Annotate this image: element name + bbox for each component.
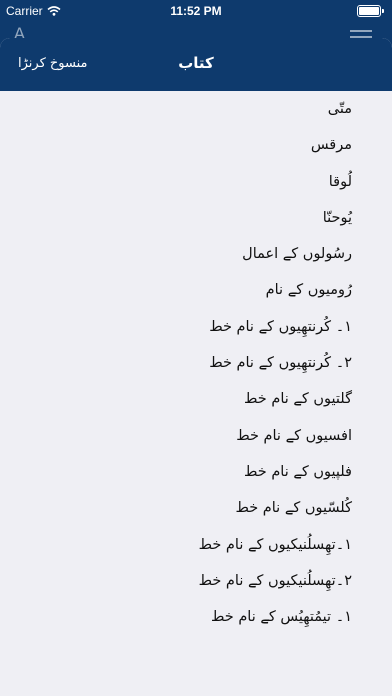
book-item[interactable]: ۱۔تھِسلُنیکیوں کے نام خط (0, 527, 392, 563)
book-item[interactable]: لُوقا (0, 164, 392, 200)
book-list: متّی مرقس لُوقا یُوحنّا رسُولوں کے اعمال رُوم… (0, 91, 392, 635)
book-item[interactable]: افسیوں کے نام خط (0, 418, 392, 454)
battery-cap (382, 9, 384, 13)
book-item[interactable]: کُلسّیوں کے نام خط (0, 490, 392, 526)
status-time: 11:52 PM (170, 4, 222, 18)
book-item[interactable]: مرقس (0, 127, 392, 163)
book-item[interactable]: ۱۔ تیمُتھِیُس کے نام خط (0, 599, 392, 635)
battery-indicator (357, 5, 384, 17)
status-bar: Carrier 11:52 PM (0, 0, 392, 22)
sheet-title: کتاب (178, 54, 214, 72)
battery-icon (357, 5, 381, 17)
book-picker-sheet: منسوخ کرنڑا کتاب متّی مرقس لُوقا یُوحنّا رسُ… (0, 38, 392, 696)
book-item[interactable]: ۲۔ کُرنتھِیوں کے نام خط (0, 345, 392, 381)
battery-level-fill (359, 7, 379, 15)
sheet-header: منسوخ کرنڑا کتاب (0, 38, 392, 91)
book-item[interactable]: ۱۔ کُرنتھِیوں کے نام خط (0, 309, 392, 345)
book-item[interactable]: رسُولوں کے اعمال (0, 236, 392, 272)
book-item[interactable]: ۲۔تھِسلُنیکیوں کے نام خط (0, 563, 392, 599)
book-item[interactable]: فلپیوں کے نام خط (0, 454, 392, 490)
book-item[interactable]: یُوحنّا (0, 200, 392, 236)
book-item[interactable]: رُومیوں کے نام (0, 272, 392, 308)
book-item[interactable]: گلتیوں کے نام خط (0, 381, 392, 417)
book-item[interactable]: متّی (0, 91, 392, 127)
